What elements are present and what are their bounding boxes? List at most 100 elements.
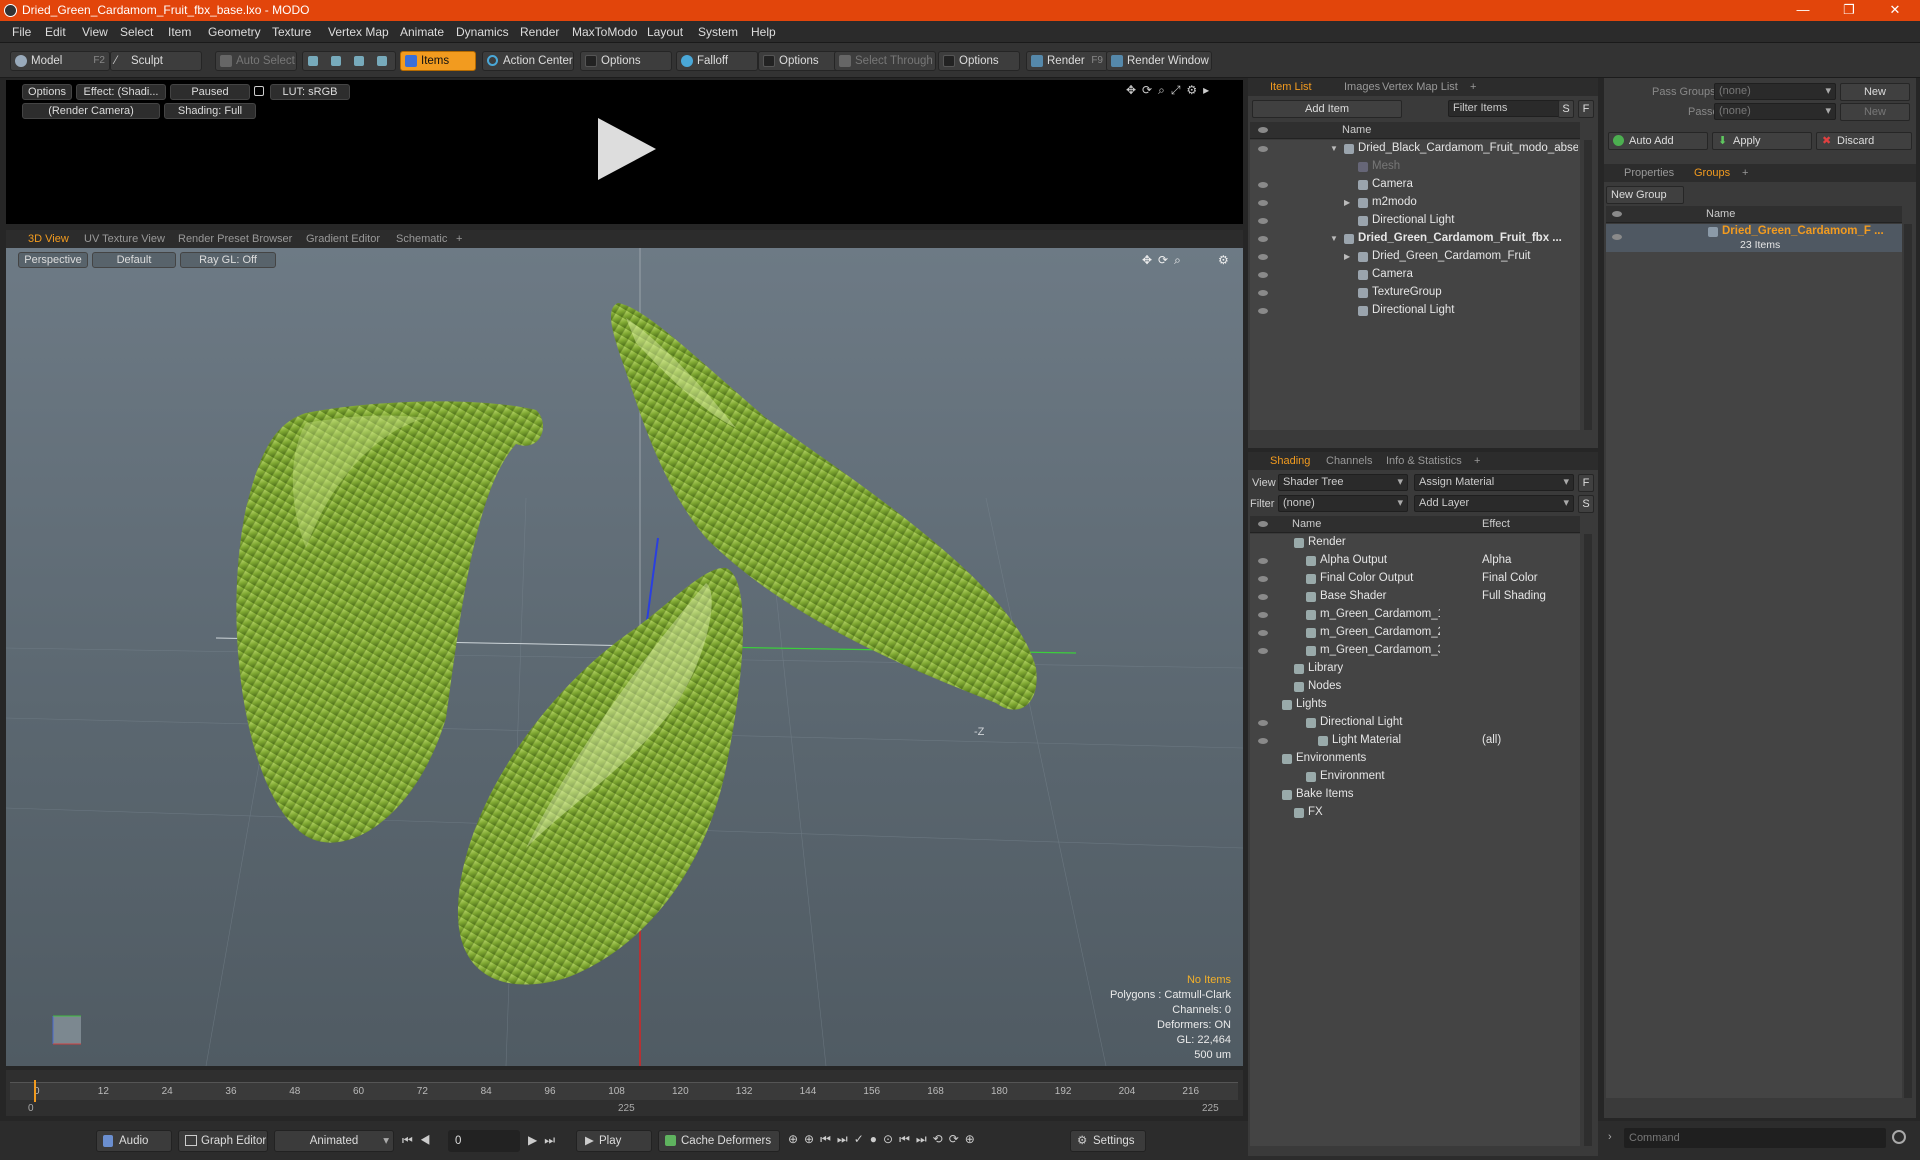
shader-row[interactable]: Light Material (all) — [1250, 732, 1580, 750]
new-pass-button[interactable]: New — [1840, 103, 1910, 121]
animated-dropdown[interactable]: Animated — [274, 1130, 394, 1152]
shader-tree-scrollbar[interactable] — [1584, 534, 1592, 1146]
select-options-button[interactable]: Options — [938, 51, 1020, 71]
shader-row[interactable]: Final Color Output Final Color — [1250, 570, 1580, 588]
apply-button[interactable]: ⬇ Apply — [1712, 132, 1812, 150]
item-list-scrollbar[interactable] — [1584, 140, 1592, 430]
item-row[interactable]: Camera — [1250, 266, 1580, 284]
effect-value[interactable]: Alpha — [1482, 554, 1572, 566]
shader-row[interactable]: Base Shader Full Shading — [1250, 588, 1580, 606]
keyframe-tool-icons[interactable]: ⊕⊕⏮⏭✓●⊙⏮⏭⟲⟳⊕ — [788, 1132, 981, 1147]
eye-icon[interactable] — [1258, 218, 1268, 224]
expand-toggle-icon[interactable]: ▼ — [1330, 144, 1338, 153]
shading-dropdown[interactable]: Shading: Full — [164, 103, 256, 119]
item-row[interactable]: Directional Light — [1250, 302, 1580, 320]
tab-images[interactable]: Images — [1344, 81, 1380, 93]
tab-item-list[interactable]: Item List — [1270, 81, 1312, 93]
menu-maxtomodo[interactable]: MaxToModo — [572, 25, 637, 39]
preview-options-button[interactable]: Options — [22, 84, 72, 100]
eye-icon[interactable] — [1258, 272, 1268, 278]
groups-scrollbar[interactable] — [1904, 224, 1912, 1098]
action-center-button[interactable]: Action Center — [482, 51, 574, 71]
edges-mode-icon[interactable] — [331, 56, 341, 66]
shader-row[interactable]: FX — [1250, 804, 1580, 822]
tab-shading[interactable]: Shading — [1270, 455, 1310, 467]
shader-row[interactable]: m_Green_Cardamom_2_1 ( ... — [1250, 624, 1580, 642]
item-row[interactable]: ▼ Dried_Black_Cardamom_Fruit_modo_abse ..… — [1250, 140, 1580, 158]
assign-material-dropdown[interactable]: Assign Material — [1414, 474, 1574, 491]
menu-help[interactable]: Help — [751, 25, 776, 39]
preview-effect-dropdown[interactable]: Effect: (Shadi... — [76, 84, 166, 100]
item-row[interactable]: ▶ Dried_Green_Cardamom_Fruit — [1250, 248, 1580, 266]
menu-file[interactable]: File — [12, 25, 31, 39]
command-input[interactable]: Command — [1624, 1128, 1886, 1148]
menu-select[interactable]: Select — [120, 25, 153, 39]
shader-row[interactable]: Environment — [1250, 768, 1580, 786]
eye-icon[interactable] — [1258, 290, 1268, 296]
tab-3d-view[interactable]: 3D View — [28, 233, 69, 245]
shader-row[interactable]: Nodes — [1250, 678, 1580, 696]
add-item-dropdown[interactable]: Add Item — [1252, 100, 1402, 118]
group-row[interactable]: Dried_Green_Cardamom_F ... 23 Items — [1606, 224, 1902, 252]
view-dropdown[interactable]: Shader Tree — [1278, 474, 1408, 491]
polygons-mode-icon[interactable] — [354, 56, 364, 66]
pass-groups-dropdown[interactable]: (none) — [1714, 83, 1836, 100]
filter-s-button[interactable]: S — [1558, 100, 1574, 118]
render-window-button[interactable]: Render Window — [1106, 51, 1212, 71]
tab-info-statistics[interactable]: Info & Statistics — [1386, 455, 1462, 467]
menu-layout[interactable]: Layout — [647, 25, 683, 39]
add-tab-button[interactable]: + — [1742, 167, 1748, 179]
eye-icon[interactable] — [1258, 612, 1268, 618]
shader-row[interactable]: Library — [1250, 660, 1580, 678]
viewport-settings-icon[interactable]: ⚙ — [1218, 253, 1229, 267]
discard-button[interactable]: ✖ Discard — [1816, 132, 1912, 150]
items-mode-button[interactable]: Items — [400, 51, 476, 71]
play-button[interactable]: ▶ Play — [576, 1130, 652, 1152]
render-camera-dropdown[interactable]: (Render Camera) — [22, 103, 160, 119]
expand-toggle-icon[interactable]: ▶ — [1344, 252, 1350, 261]
auto-select-button[interactable]: Auto Select — [215, 51, 297, 71]
maximize-button[interactable]: ❐ — [1826, 0, 1872, 21]
default-shading-dropdown[interactable]: Default — [92, 252, 176, 268]
cache-deformers-button[interactable]: Cache Deformers — [658, 1130, 780, 1152]
transport-back-icons[interactable]: ⏮◀ — [402, 1133, 438, 1148]
menu-geometry[interactable]: Geometry — [208, 25, 261, 39]
timeline[interactable]: 0 12 24 36 48 60 72 84 96 108 120 132 144 156 168 180 19… — [6, 1070, 1243, 1116]
eye-icon[interactable] — [1258, 558, 1268, 564]
menu-view[interactable]: View — [82, 25, 108, 39]
lock-icon[interactable] — [254, 86, 264, 96]
settings-button[interactable]: ⚙ Settings — [1070, 1130, 1146, 1152]
effect-value[interactable]: (all) — [1482, 734, 1572, 746]
falloff-button[interactable]: Falloff — [676, 51, 758, 71]
transport-forward-icons[interactable]: ▶⏭ — [528, 1133, 562, 1148]
add-layer-dropdown[interactable]: Add Layer — [1414, 495, 1574, 512]
menu-texture[interactable]: Texture — [272, 25, 311, 39]
item-row[interactable]: Directional Light — [1250, 212, 1580, 230]
shading-s-button[interactable]: S — [1578, 495, 1594, 513]
shader-row[interactable]: m_Green_Cardamom_3_1 ( ... — [1250, 642, 1580, 660]
eye-icon[interactable] — [1258, 648, 1268, 654]
eye-icon[interactable] — [1612, 234, 1622, 240]
expand-toggle-icon[interactable]: ▶ — [1344, 198, 1350, 207]
shader-row[interactable]: Lights — [1250, 696, 1580, 714]
item-row[interactable]: ▼ Dried_Green_Cardamom_Fruit_fbx ... — [1250, 230, 1580, 248]
tab-render-preset-browser[interactable]: Render Preset Browser — [178, 233, 292, 245]
menu-dynamics[interactable]: Dynamics — [456, 25, 509, 39]
graph-editor-button[interactable]: Graph Editor — [178, 1130, 268, 1152]
3d-viewport[interactable]: Perspective Default Ray GL: Off ✥⟳⌕ ⚙ -Z… — [6, 248, 1243, 1066]
eye-icon[interactable] — [1258, 594, 1268, 600]
shader-row[interactable]: Bake Items — [1250, 786, 1580, 804]
effect-value[interactable]: Final Color — [1482, 572, 1572, 584]
item-row[interactable]: Camera — [1250, 176, 1580, 194]
new-group-button[interactable]: New Group — [1606, 186, 1684, 204]
eye-icon[interactable] — [1258, 576, 1268, 582]
menu-edit[interactable]: Edit — [45, 25, 66, 39]
shader-row[interactable]: Render — [1250, 534, 1580, 552]
menu-render[interactable]: Render — [520, 25, 559, 39]
item-row[interactable]: Mesh — [1250, 158, 1580, 176]
sculpt-mode-button[interactable]: ⁄ Sculpt — [110, 51, 202, 71]
auto-add-button[interactable]: Auto Add — [1608, 132, 1708, 150]
passes-dropdown[interactable]: (none) — [1714, 103, 1836, 120]
lut-dropdown[interactable]: LUT: sRGB — [270, 84, 350, 100]
tab-gradient-editor[interactable]: Gradient Editor — [306, 233, 380, 245]
